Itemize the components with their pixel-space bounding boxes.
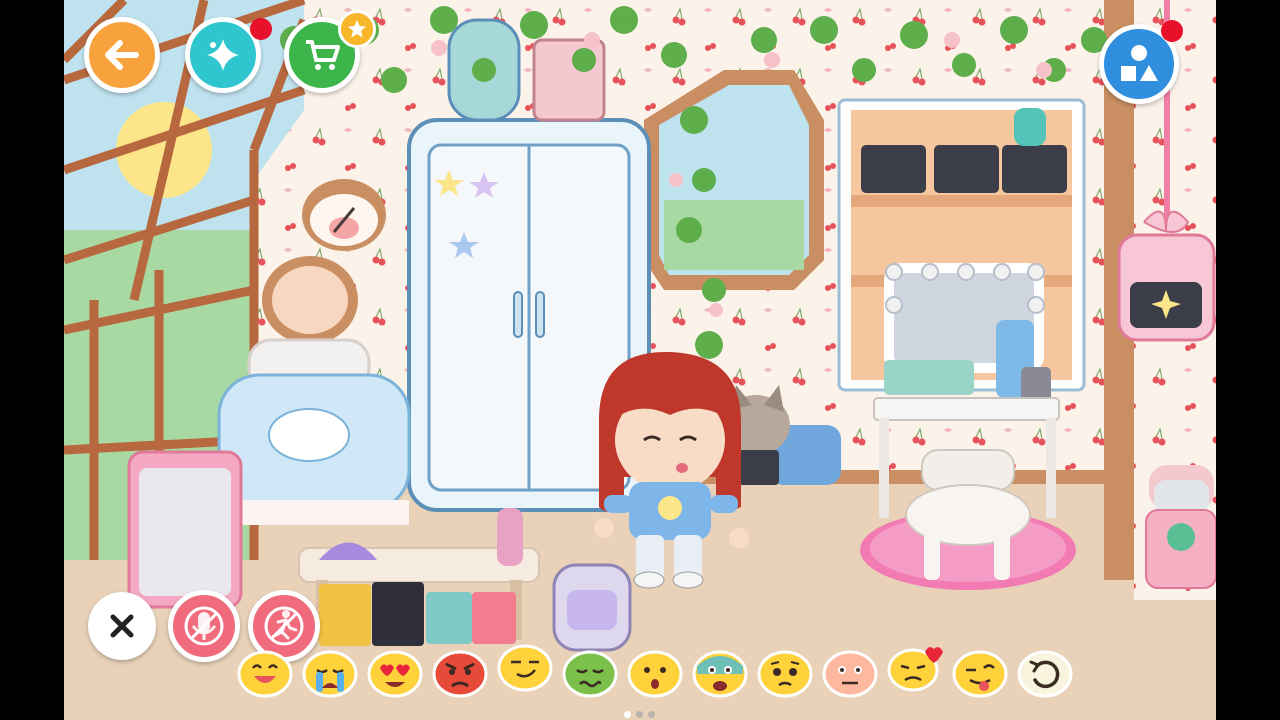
emote-smug-icon[interactable] (497, 642, 553, 692)
emote-angry-icon[interactable] (432, 648, 488, 698)
paw-clock (302, 179, 386, 251)
emote-surprised-icon[interactable] (627, 648, 683, 698)
emote-sick-icon[interactable] (562, 648, 618, 698)
emote-love-eyes-icon[interactable] (367, 648, 423, 698)
emote-reset-icon[interactable] (1017, 648, 1073, 698)
pager-dot (648, 711, 655, 718)
vanity-shelf (837, 98, 1086, 409)
shapes-notification-dot (1161, 20, 1183, 42)
close-icon (110, 614, 134, 638)
shapes-icon (1121, 45, 1158, 81)
emote-scared-icon[interactable] (692, 648, 748, 698)
back-button[interactable] (84, 17, 160, 93)
sparkle-notification-dot (250, 18, 272, 40)
sparkle-icon (207, 39, 239, 71)
mini-fridge (127, 450, 243, 609)
game-scene (64, 0, 1216, 720)
star-icon (348, 20, 366, 38)
shopping-cart-icon (306, 40, 340, 70)
emote-embarrassed-icon[interactable] (822, 648, 878, 698)
pager-dot (624, 711, 631, 718)
emote-worried-icon[interactable] (757, 648, 813, 698)
emote-crying-icon[interactable] (302, 648, 358, 698)
star-badge (338, 10, 376, 48)
emote-happy-icon[interactable] (237, 648, 293, 698)
emote-heartbroken-icon[interactable] (887, 642, 943, 692)
pager-dot (636, 711, 643, 718)
emote-playful-icon[interactable] (952, 648, 1008, 698)
gumball-machine (1145, 465, 1216, 589)
backpack (552, 563, 632, 652)
arrow-left-icon (105, 40, 139, 70)
emote-bar (64, 640, 1216, 706)
